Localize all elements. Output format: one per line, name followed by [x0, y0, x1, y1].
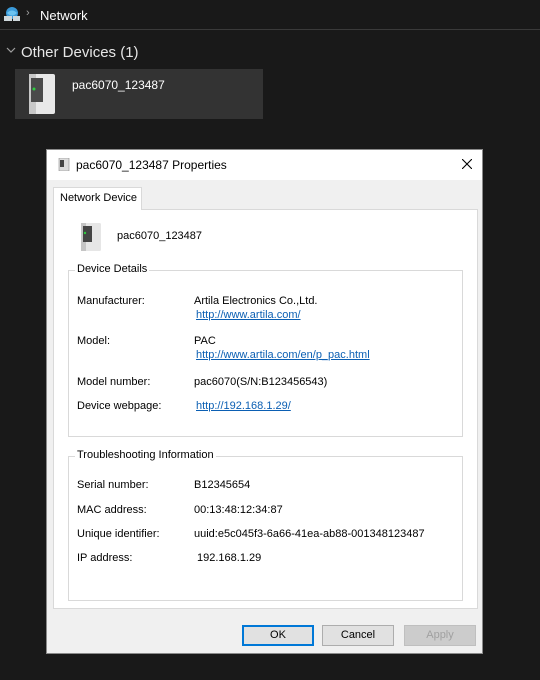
device-title-icon	[58, 158, 70, 171]
breadcrumb-chevron-icon: ›	[26, 7, 30, 19]
cancel-button[interactable]: Cancel	[322, 625, 394, 646]
ok-button[interactable]: OK	[242, 625, 314, 646]
mac-address-label: MAC address:	[77, 504, 147, 516]
device-details-group: Device Details Manufacturer: Artila Elec…	[68, 263, 463, 437]
close-icon	[462, 159, 472, 169]
properties-dialog: pac6070_123487 Properties Network Device…	[46, 149, 483, 654]
ip-address-label: IP address:	[77, 552, 133, 564]
model-value: PAC	[194, 335, 216, 347]
model-link[interactable]: http://www.artila.com/en/p_pac.html	[196, 349, 370, 361]
breadcrumb-network[interactable]: Network	[40, 8, 88, 23]
manufacturer-link[interactable]: http://www.artila.com/	[196, 309, 301, 321]
network-device-icon	[29, 74, 55, 114]
dialog-titlebar[interactable]: pac6070_123487 Properties	[47, 150, 482, 180]
device-details-legend: Device Details	[75, 263, 150, 275]
model-number-value: pac6070(S/N:B123456543)	[194, 376, 328, 388]
mac-address-value: 00:13:48:12:34:87	[194, 504, 283, 516]
tab-network-device[interactable]: Network Device	[53, 187, 142, 210]
close-button[interactable]	[452, 150, 482, 180]
manufacturer-value: Artila Electronics Co.,Ltd.	[194, 295, 318, 307]
troubleshooting-group: Troubleshooting Information Serial numbe…	[68, 449, 463, 601]
apply-button[interactable]: Apply	[404, 625, 476, 646]
manufacturer-label: Manufacturer:	[77, 295, 145, 307]
device-name: pac6070_123487	[72, 78, 165, 92]
serial-number-label: Serial number:	[77, 479, 149, 491]
model-number-label: Model number:	[77, 376, 151, 388]
collapse-chevron-icon[interactable]	[5, 44, 17, 56]
ip-address-value: 192.168.1.29	[197, 552, 262, 564]
serial-number-value: B12345654	[194, 479, 251, 491]
address-bar[interactable]: › Network	[0, 0, 540, 30]
device-webpage-label: Device webpage:	[77, 400, 162, 412]
unique-identifier-value: uuid:e5c045f3-6a66-41ea-ab88-00134812348…	[194, 528, 425, 540]
group-title[interactable]: Other Devices (1)	[21, 44, 139, 61]
device-name: pac6070_123487	[117, 230, 203, 242]
network-device-icon	[81, 223, 101, 251]
model-label: Model:	[77, 335, 111, 347]
unique-identifier-label: Unique identifier:	[77, 528, 160, 540]
troubleshooting-legend: Troubleshooting Information	[75, 449, 216, 461]
dialog-title: pac6070_123487 Properties	[76, 158, 227, 172]
device-webpage-link[interactable]: http://192.168.1.29/	[196, 400, 291, 412]
network-icon	[4, 7, 20, 21]
tab-panel: pac6070_123487 Device Details Manufactur…	[53, 209, 478, 609]
device-tile[interactable]: pac6070_123487	[15, 69, 263, 119]
